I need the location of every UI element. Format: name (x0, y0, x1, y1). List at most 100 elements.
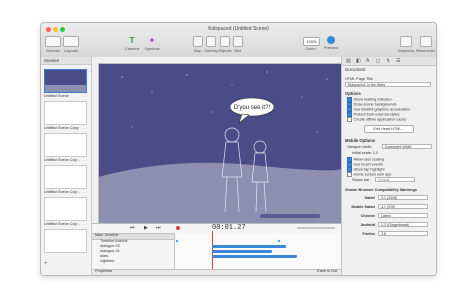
layouts-button-label: Layouts (63, 48, 78, 53)
browser-version-select[interactable]: 2.3 (Gingerbread) (378, 222, 428, 227)
symbols-button[interactable]: ✦ Symbols (143, 36, 161, 51)
browser-name: Android (360, 223, 375, 227)
animation-bar[interactable] (212, 250, 272, 253)
stage-canvas[interactable]: D'you see it?! (92, 57, 341, 223)
vertical-ruler (92, 63, 99, 223)
inspector-panel: ▤ ◧ A ◻ ↯ ☰ Document HTML Page Title Kid… (341, 57, 436, 275)
options-heading: Options (345, 91, 361, 96)
timeline-row[interactable]: nightime (92, 259, 349, 264)
layouts-icon (63, 36, 79, 47)
speech-bubble-text: D'you see it?! (234, 105, 270, 111)
scenes-icon (45, 36, 61, 47)
option-offline-cache[interactable]: Create offline application cache (347, 117, 406, 122)
stage-zoom-slider (260, 214, 320, 218)
fast-forward-icon[interactable]: ⏭ (156, 225, 161, 231)
inspector-title: Document (345, 67, 366, 72)
viewport-width-select[interactable]: Document Width (382, 144, 432, 149)
add-scene-icon[interactable]: + (44, 261, 52, 268)
scene-thumbnail[interactable] (44, 229, 87, 253)
browser-name: Safari (364, 196, 375, 200)
zoom-label: Zoom (305, 46, 316, 51)
scene-thumbnail[interactable] (44, 101, 87, 125)
rewind-icon[interactable]: ⏮ (130, 225, 135, 231)
animation-bar[interactable] (212, 245, 286, 248)
timeline-zoom-slider[interactable] (297, 227, 335, 229)
initial-scale-text: Initial scale: 1.0 (352, 151, 379, 155)
scenes-button[interactable]: Scenes (45, 36, 61, 53)
identity-tab-icon[interactable]: ☰ (396, 58, 400, 64)
status-bar-select[interactable]: Default (375, 177, 415, 182)
browser-name: Firefox (362, 232, 375, 236)
inspector-button-label: Inspector (397, 48, 415, 53)
scene-label: Untitled Scene (44, 94, 69, 98)
play-icon[interactable]: ▶ (144, 225, 148, 231)
browser-name: Chrome (360, 214, 375, 218)
layouts-button[interactable]: Layouts (63, 36, 79, 53)
browser-version-select[interactable]: 3.1 (2008) (378, 195, 428, 200)
browser-name: Mobile Safari (351, 205, 375, 209)
scene-tab-icon[interactable]: ◻ (376, 58, 380, 64)
scene-list: Scenes Untitled Scene Untitled Scene Cop… (41, 57, 92, 275)
stage-tool-text[interactable]: Text (232, 36, 243, 53)
easing-label[interactable]: Ease in Out (277, 269, 337, 274)
scene-list-header: Scenes (41, 57, 91, 65)
stage-tool-overlay[interactable]: Overlay (204, 36, 218, 53)
animation-bar[interactable] (212, 255, 297, 258)
browser-version-select[interactable]: Latest (378, 213, 428, 218)
horizontal-ruler (92, 57, 341, 64)
inspector-tabs: ▤ ◧ A ◻ ↯ ☰ (342, 57, 436, 66)
stage-tool-label: Stop (193, 48, 202, 53)
record-icon[interactable] (176, 226, 180, 230)
page-title-input[interactable]: Kidspaced: In the Stars (345, 82, 431, 87)
text-tab-icon[interactable]: A (366, 58, 369, 64)
stage-area[interactable]: D'you see it?! (92, 57, 341, 223)
mobile-options-heading: Mobile Options (345, 138, 376, 143)
resources-button-label: Resources (416, 48, 436, 53)
stop-icon (192, 36, 203, 47)
resources-button[interactable]: Resources (416, 36, 435, 53)
scene-label: Untitled Scene Cop... (44, 158, 80, 162)
actions-tab-icon[interactable]: ↯ (386, 58, 390, 64)
app-window: Kidspaced (Untitled Scene) Scenes Layout… (40, 22, 437, 276)
preview-button[interactable]: Preview (323, 36, 339, 50)
stage-tool-stop[interactable]: Stop (192, 36, 203, 53)
scene-label: Untitled Scene Copy (44, 126, 79, 130)
timeline-time: 00:01.27 (212, 224, 246, 232)
symbols-button-label: Symbols (144, 46, 160, 51)
option-label: Draw scene backgrounds (353, 102, 397, 107)
stage-tool-label: Text (233, 48, 242, 53)
browser-version-select[interactable]: 4.1 (iOS) (378, 204, 428, 209)
timeline-panel: ⏮ ▶ ⏭ 00:01.27 Main Timeline Timeline Ac… (92, 223, 341, 275)
checkbox[interactable] (347, 172, 352, 177)
status-bar-label: Status bar (352, 178, 370, 182)
preview-button-label: Preview (323, 45, 339, 50)
resources-icon (419, 36, 432, 47)
symbols-icon: ✦ (148, 36, 156, 45)
toolbar: Kidspaced (Untitled Scene) Scenes Layout… (41, 23, 436, 58)
scene-label: Untitled Scene Cop... (44, 222, 80, 226)
scene-thumbnail[interactable] (44, 69, 87, 93)
scenes-button-label: Scenes (46, 48, 60, 53)
option-label: Protect from external styles (353, 112, 400, 117)
inspector-button[interactable]: Inspector (397, 36, 415, 53)
metrics-tab-icon[interactable]: ◧ (356, 58, 361, 64)
scene-thumbnail[interactable] (44, 165, 87, 189)
stage-tool-objects[interactable]: Objects (218, 36, 232, 53)
inspector-icon (400, 36, 412, 47)
scene-thumbnail[interactable] (44, 197, 87, 221)
camera-button[interactable]: T Camera (123, 36, 141, 51)
option-label: Allow user scaling (353, 157, 384, 162)
browser-version-select[interactable]: 3.6 (378, 231, 428, 236)
checkbox[interactable] (347, 117, 352, 122)
window-title: Kidspaced (Untitled Scene) (208, 26, 269, 32)
document-tab-icon[interactable]: ▤ (346, 58, 351, 64)
stage-tool-label: Overlay (204, 48, 218, 53)
thumbnail-ground (45, 85, 86, 92)
scene-thumbnail[interactable] (44, 133, 87, 157)
option-label: Show tap highlight (353, 167, 385, 172)
option-label: Use WebKit graphics acceleration (353, 107, 411, 112)
camera-icon: T (129, 36, 135, 45)
objects-icon (219, 36, 230, 47)
zoom-field[interactable]: 100% (303, 37, 320, 46)
edit-head-html-button[interactable]: Edit Head HTML... (364, 125, 414, 133)
